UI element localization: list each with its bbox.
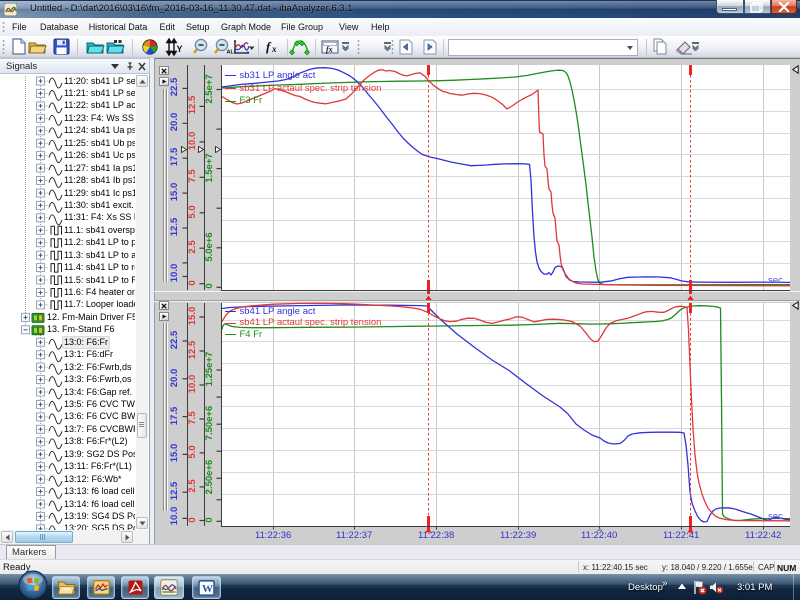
svg-text:W: W bbox=[202, 583, 213, 595]
